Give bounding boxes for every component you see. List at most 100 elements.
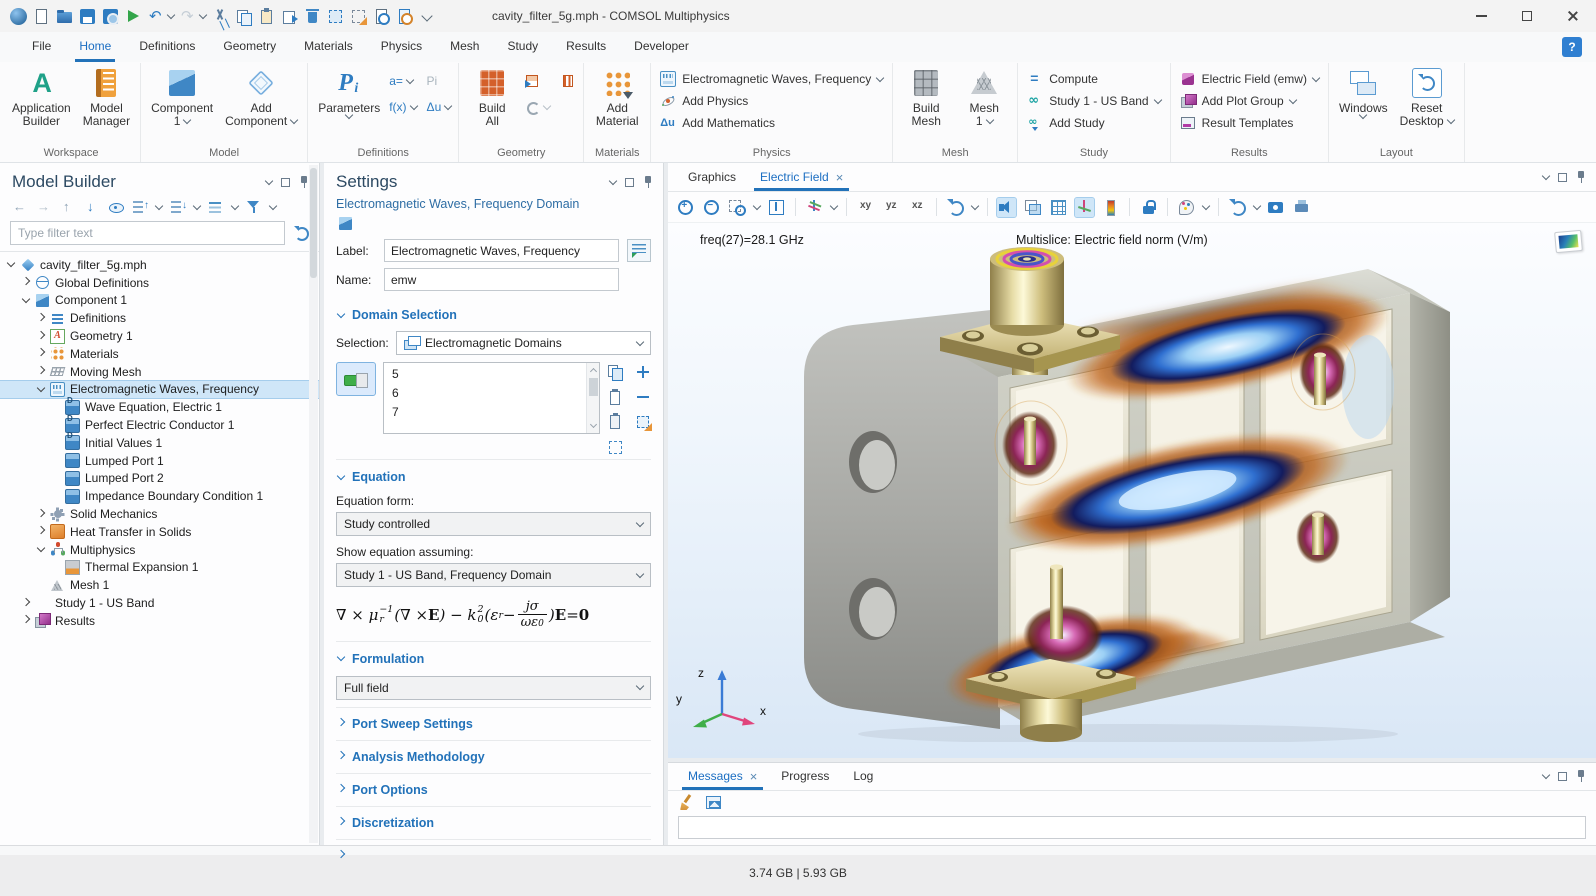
formulation-dropdown[interactable]: Full field	[336, 676, 651, 700]
add-material-button[interactable]: AddMaterial	[589, 63, 645, 130]
rotate-icon[interactable]	[946, 198, 965, 217]
active-toggle-button[interactable]	[336, 362, 376, 396]
tree-item-results[interactable]: Results	[0, 612, 319, 630]
update-icon[interactable]	[1228, 198, 1247, 217]
forward-icon[interactable]	[36, 199, 52, 215]
tree-item-heat-transfer-in-solids[interactable]: Heat Transfer in Solids	[0, 523, 319, 541]
tab-home[interactable]: Home	[65, 32, 125, 62]
dup-icon[interactable]	[281, 8, 298, 25]
messages-tab-log[interactable]: Log	[841, 763, 885, 790]
panel-pin-icon[interactable]	[1576, 171, 1586, 183]
logo-icon[interactable]	[10, 8, 27, 25]
component-1-button[interactable]: Component1	[146, 63, 218, 130]
graphics-tab-graphics[interactable]: Graphics	[676, 163, 748, 191]
tree-scrollbar[interactable]	[309, 165, 318, 843]
color-theme-icon[interactable]	[1177, 198, 1196, 217]
add-study-button[interactable]: Add Study	[1027, 115, 1160, 131]
zoom-out-icon[interactable]	[702, 198, 721, 217]
del-icon[interactable]	[304, 8, 321, 25]
undo-icon[interactable]	[148, 8, 165, 25]
redo-icon[interactable]	[180, 8, 197, 25]
plot-area[interactable]: freq(27)=28.1 GHz Multislice: Electric f…	[668, 223, 1596, 758]
remove-icon[interactable]	[635, 389, 651, 405]
tree-item-geometry-1[interactable]: Geometry 1	[0, 327, 319, 345]
result-templates-button[interactable]: Result Templates	[1180, 115, 1319, 131]
paste-selection-icon[interactable]	[607, 389, 623, 405]
domain-list-scrollbar[interactable]	[586, 363, 599, 433]
tree-item-component-1[interactable]: Component 1	[0, 292, 319, 310]
color-legend-icon[interactable]	[1101, 198, 1120, 217]
searchdoc-icon[interactable]	[396, 8, 413, 25]
geo-rebuild-button[interactable]	[524, 94, 550, 120]
run-icon[interactable]	[125, 8, 142, 25]
back-icon[interactable]	[12, 199, 28, 215]
add-physics-button[interactable]: Add Physics	[660, 93, 883, 109]
tab-materials[interactable]: Materials	[290, 32, 367, 62]
tree-item-impedance-boundary-condition-1[interactable]: Impedance Boundary Condition 1	[0, 487, 319, 505]
tree-item-materials[interactable]: Materials	[0, 345, 319, 363]
tree-item-moving-mesh[interactable]: Moving Mesh	[0, 363, 319, 381]
electric-field-emw-button[interactable]: Electric Field (emw)	[1180, 71, 1319, 87]
tree-item-electromagnetic-waves-frequency[interactable]: Electromagnetic Waves, Frequency	[0, 381, 319, 399]
panel-menu-icon[interactable]	[265, 176, 273, 184]
tab-mesh[interactable]: Mesh	[436, 32, 493, 62]
tab-developer[interactable]: Developer	[620, 32, 703, 62]
messages-tab-progress[interactable]: Progress	[769, 763, 841, 790]
panel-pin-icon[interactable]	[299, 176, 309, 188]
selbox-icon[interactable]	[327, 8, 344, 25]
minimize-button[interactable]	[1458, 0, 1504, 32]
clipboard-icon[interactable]	[607, 414, 623, 430]
tree-item-wave-equation-electric-1[interactable]: Wave Equation, Electric 1	[0, 398, 319, 416]
tab-file[interactable]: File	[18, 32, 65, 62]
rename-button[interactable]	[627, 239, 651, 262]
tree-item-definitions[interactable]: Definitions	[0, 309, 319, 327]
geo-delete-button[interactable]	[560, 68, 576, 94]
copy-table-icon[interactable]	[705, 794, 722, 811]
windows-button[interactable]: Windows	[1334, 63, 1393, 120]
close-tab-icon[interactable]: ×	[836, 171, 844, 184]
compute-button[interactable]: Compute	[1027, 71, 1160, 87]
parameters-button[interactable]: Parameters	[313, 63, 385, 120]
tree-item-perfect-electric-conductor-1[interactable]: Perfect Electric Conductor 1	[0, 416, 319, 434]
view-xz-icon[interactable]: xz	[908, 198, 927, 217]
section-analysis-methodology[interactable]: Analysis Methodology	[336, 740, 651, 773]
label-input[interactable]	[384, 239, 619, 262]
3d-model-canvas[interactable]	[668, 237, 1596, 742]
panel-maximize-icon[interactable]	[1558, 772, 1567, 781]
electromagnetic-waves-frequency-button[interactable]: Electromagnetic Waves, Frequency	[660, 71, 883, 87]
copy-icon[interactable]	[235, 8, 252, 25]
tree-item-initial-values-1[interactable]: Initial Values 1	[0, 434, 319, 452]
savesearch-icon[interactable]	[102, 8, 119, 25]
selection-dropdown[interactable]: Electromagnetic Domains	[396, 331, 651, 355]
show-icon[interactable]	[108, 199, 124, 215]
filter-icon[interactable]	[246, 199, 262, 215]
add-mathematics-button[interactable]: Add Mathematics	[660, 115, 883, 131]
section-formulation[interactable]: Formulation	[336, 641, 651, 674]
geo-insert-button[interactable]	[524, 68, 550, 94]
tree-item-study-1-us-band[interactable]: Study 1 - US Band	[0, 594, 319, 612]
add-plot-group-button[interactable]: Add Plot Group	[1180, 93, 1319, 109]
selbox-o-icon[interactable]	[350, 8, 367, 25]
messages-content[interactable]	[678, 816, 1586, 839]
zoom-selected-icon[interactable]	[607, 439, 623, 455]
move-up-icon[interactable]	[60, 199, 76, 215]
print-icon[interactable]	[1293, 198, 1312, 217]
domain-list-item[interactable]: 7	[392, 403, 585, 422]
tree-item-multiphysics[interactable]: Multiphysics	[0, 541, 319, 559]
panel-menu-icon[interactable]	[609, 176, 617, 184]
lock-icon[interactable]	[1139, 198, 1158, 217]
study-1-us-band-button[interactable]: Study 1 - US Band	[1027, 93, 1160, 109]
open-icon[interactable]	[56, 8, 73, 25]
section-port-options[interactable]: Port Options	[336, 773, 651, 806]
new-icon[interactable]	[33, 8, 50, 25]
add-component-button[interactable]: AddComponent	[220, 63, 302, 130]
filter-input[interactable]	[10, 221, 285, 245]
move-down-icon[interactable]	[84, 199, 100, 215]
section-discretization[interactable]: Discretization	[336, 806, 651, 839]
clear-icon[interactable]	[678, 794, 695, 811]
f-x-button[interactable]: f(x)	[389, 94, 416, 120]
build-all-button[interactable]: BuildAll	[464, 63, 520, 130]
section-port-sweep-settings[interactable]: Port Sweep Settings	[336, 707, 651, 740]
tab-results[interactable]: Results	[552, 32, 620, 62]
section-equation[interactable]: Equation	[336, 459, 651, 492]
